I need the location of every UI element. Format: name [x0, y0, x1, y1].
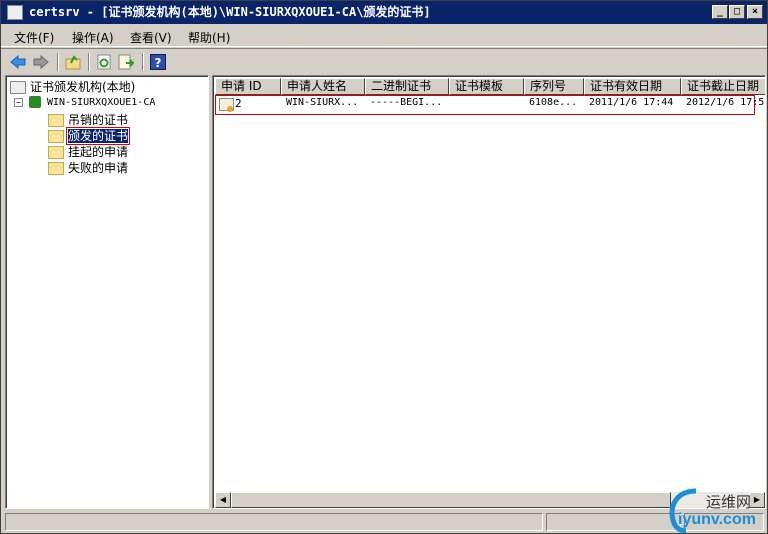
tree-ca[interactable]: − WIN-SIURXQXOUE1-CA	[14, 96, 155, 108]
tree-ca-label: WIN-SIURXQXOUE1-CA	[47, 97, 156, 108]
back-icon[interactable]	[10, 54, 26, 70]
watermark-url: iyunv.com	[678, 511, 756, 528]
column-header-template[interactable]: 证书模板	[449, 78, 524, 95]
tree-item-revoked[interactable]: 吊销的证书	[48, 111, 128, 128]
cell-binary-cert: -----BEGI...	[370, 97, 443, 108]
cell-requester: WIN-SIURX...	[286, 97, 359, 108]
folder-icon	[48, 130, 64, 143]
help-icon[interactable]: ?	[150, 54, 166, 70]
column-header-requester[interactable]: 申请人姓名	[281, 78, 365, 95]
menu-file[interactable]: 文件(F)	[14, 29, 54, 46]
watermark-cn: 运维网	[706, 493, 752, 511]
folder-icon	[48, 162, 64, 175]
cell-valid-to: 2012/1/6 17:5	[686, 97, 765, 108]
window-title: certsrv - [证书颁发机构(本地)\WIN-SIURXQXOUE1-CA…	[29, 5, 431, 19]
menu-action[interactable]: 操作(A)	[72, 29, 114, 46]
scroll-thumb[interactable]	[231, 492, 671, 508]
console-tree: 证书颁发机构(本地) − WIN-SIURXQXOUE1-CA 吊销的证书 颁发的…	[5, 75, 209, 509]
cell-valid-from: 2011/1/6 17:44	[589, 97, 674, 108]
gold-seal-icon	[227, 106, 233, 112]
ca-root-icon	[10, 81, 26, 94]
minimize-button[interactable]: _	[712, 5, 728, 19]
server-ok-icon	[29, 96, 41, 108]
column-header-request-id[interactable]: 申请 ID	[215, 78, 281, 95]
export-list-icon[interactable]	[118, 54, 134, 70]
tree-root[interactable]: 证书颁发机构(本地)	[10, 78, 135, 95]
maximize-button[interactable]: □	[729, 5, 745, 19]
column-header-valid-from[interactable]: 证书有效日期	[584, 78, 681, 95]
tree-root-label: 证书颁发机构(本地)	[30, 80, 136, 94]
tree-label: 颁发的证书	[65, 127, 131, 145]
cell-request-id: 2	[235, 97, 242, 110]
tree-item-failed[interactable]: 失败的申请	[48, 159, 128, 176]
column-header-binary-cert[interactable]: 二进制证书	[365, 78, 449, 95]
refresh-icon[interactable]	[96, 54, 112, 70]
menu-bar: 文件(F) 操作(A) 查看(V) 帮助(H)	[1, 25, 767, 47]
tree-label: 失败的申请	[68, 161, 129, 175]
status-panel	[546, 513, 681, 531]
menu-help[interactable]: 帮助(H)	[188, 29, 230, 46]
title-bar: certsrv - [证书颁发机构(本地)\WIN-SIURXQXOUE1-CA…	[1, 1, 767, 24]
column-header-serial[interactable]: 序列号	[524, 78, 584, 95]
tree-item-pending[interactable]: 挂起的申请	[48, 143, 128, 160]
toolbar: ?	[1, 48, 767, 73]
folder-icon	[48, 146, 64, 159]
status-panel	[5, 513, 543, 531]
scroll-left-button[interactable]: ◀	[215, 492, 231, 508]
app-icon	[7, 5, 23, 20]
watermark-logo: 运维网 iyunv.com	[666, 487, 766, 533]
results-pane: 申请 ID 申请人姓名 二进制证书 证书模板 序列号 证书有效日期 证书截止日期…	[212, 75, 766, 509]
tree-item-issued[interactable]: 颁发的证书	[48, 127, 131, 145]
forward-icon[interactable]	[33, 54, 49, 70]
tree-label: 挂起的申请	[68, 145, 129, 159]
status-bar	[1, 511, 767, 533]
column-header-valid-to[interactable]: 证书截止日期	[681, 78, 765, 95]
close-button[interactable]: ×	[747, 5, 763, 19]
folder-icon	[48, 114, 64, 127]
cell-serial: 6108e...	[529, 97, 578, 108]
collapse-icon[interactable]: −	[14, 98, 23, 107]
up-folder-icon[interactable]	[65, 54, 81, 70]
menu-view[interactable]: 查看(V)	[130, 29, 172, 46]
tree-label: 吊销的证书	[68, 113, 129, 127]
